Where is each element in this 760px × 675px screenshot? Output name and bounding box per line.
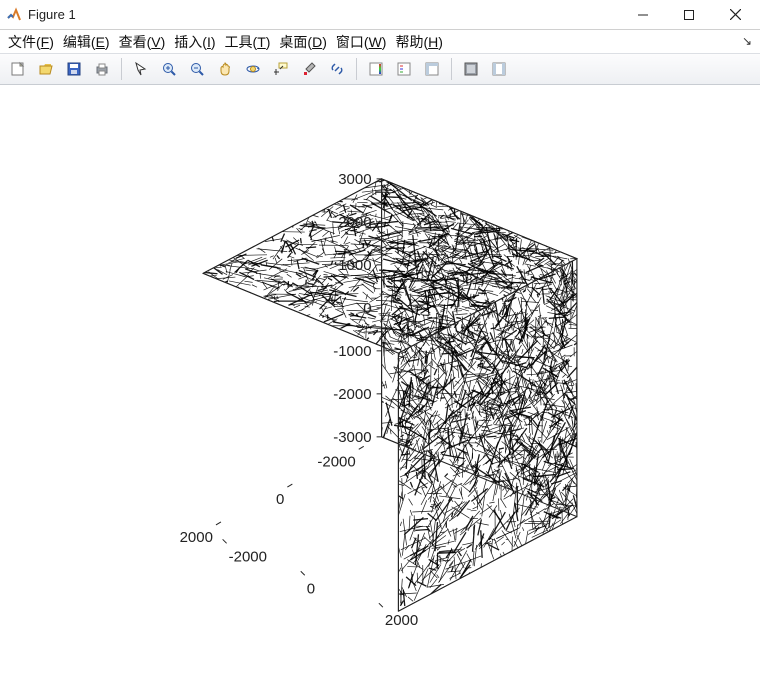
new-figure-button[interactable] <box>6 57 30 81</box>
menu-tools[interactable]: 工具(T) <box>221 30 275 54</box>
zoom-out-button[interactable] <box>185 57 209 81</box>
menu-file[interactable]: 文件(F) <box>4 30 58 54</box>
axis-tick-label: 2000 <box>338 214 371 231</box>
matlab-icon <box>6 7 22 23</box>
axis-tick-label: -3000 <box>333 429 371 446</box>
brush-button[interactable] <box>297 57 321 81</box>
dock-figure-button[interactable] <box>459 57 483 81</box>
insert-legend-button[interactable] <box>392 57 416 81</box>
edit-plot-button[interactable] <box>129 57 153 81</box>
rotate-3d-button[interactable] <box>241 57 265 81</box>
minimize-button[interactable] <box>620 0 666 30</box>
data-cursor-button[interactable] <box>269 57 293 81</box>
close-button[interactable] <box>712 0 758 30</box>
axis-tick-label: 0 <box>276 491 284 508</box>
menu-help[interactable]: 帮助(H) <box>391 30 446 54</box>
axis-tick-label: -2000 <box>333 386 371 403</box>
menu-view[interactable]: 查看(V) <box>115 30 170 54</box>
axis-tick-label: 0 <box>307 580 315 597</box>
toolbar-separator <box>451 58 452 80</box>
axis-tick-label: 1000 <box>338 257 371 274</box>
toolbar-separator <box>121 58 122 80</box>
link-data-button[interactable] <box>325 57 349 81</box>
show-plot-tools-button[interactable] <box>487 57 511 81</box>
menu-desktop[interactable]: 桌面(D) <box>275 30 330 54</box>
toolbar-separator <box>356 58 357 80</box>
pan-button[interactable] <box>213 57 237 81</box>
menu-window[interactable]: 窗口(W) <box>332 30 391 54</box>
axes-3d[interactable]: -3000 -2000 -1000 0 1000 2000 3000 -2000 0 2000 -2… <box>90 115 710 675</box>
axis-tick-label: 3000 <box>338 171 371 188</box>
menu-overflow-icon[interactable]: ↘ <box>742 34 752 48</box>
menu-edit[interactable]: 编辑(E) <box>59 30 114 54</box>
print-button[interactable] <box>90 57 114 81</box>
axis-tick-label: 0 <box>363 300 371 317</box>
axis-tick-label: 2000 <box>385 612 418 629</box>
titlebar: Figure 1 <box>0 0 760 30</box>
maximize-button[interactable] <box>666 0 712 30</box>
figure-canvas[interactable]: -3000 -2000 -1000 0 1000 2000 3000 -2000 0 2000 -2… <box>0 85 760 674</box>
axis-tick-label: -1000 <box>333 343 371 360</box>
open-button[interactable] <box>34 57 58 81</box>
menu-insert[interactable]: 插入(I) <box>170 30 219 54</box>
window-title: Figure 1 <box>28 7 76 22</box>
insert-colorbar-button[interactable] <box>364 57 388 81</box>
axis-tick-label: -2000 <box>317 453 355 470</box>
toolbar <box>0 53 760 85</box>
hide-plot-tools-button[interactable] <box>420 57 444 81</box>
axis-tick-label: 2000 <box>180 529 213 546</box>
save-button[interactable] <box>62 57 86 81</box>
axis-tick-label: -2000 <box>229 548 267 565</box>
menubar: 文件(F) 编辑(E) 查看(V) 插入(I) 工具(T) 桌面(D) 窗口(W… <box>0 30 760 53</box>
zoom-in-button[interactable] <box>157 57 181 81</box>
